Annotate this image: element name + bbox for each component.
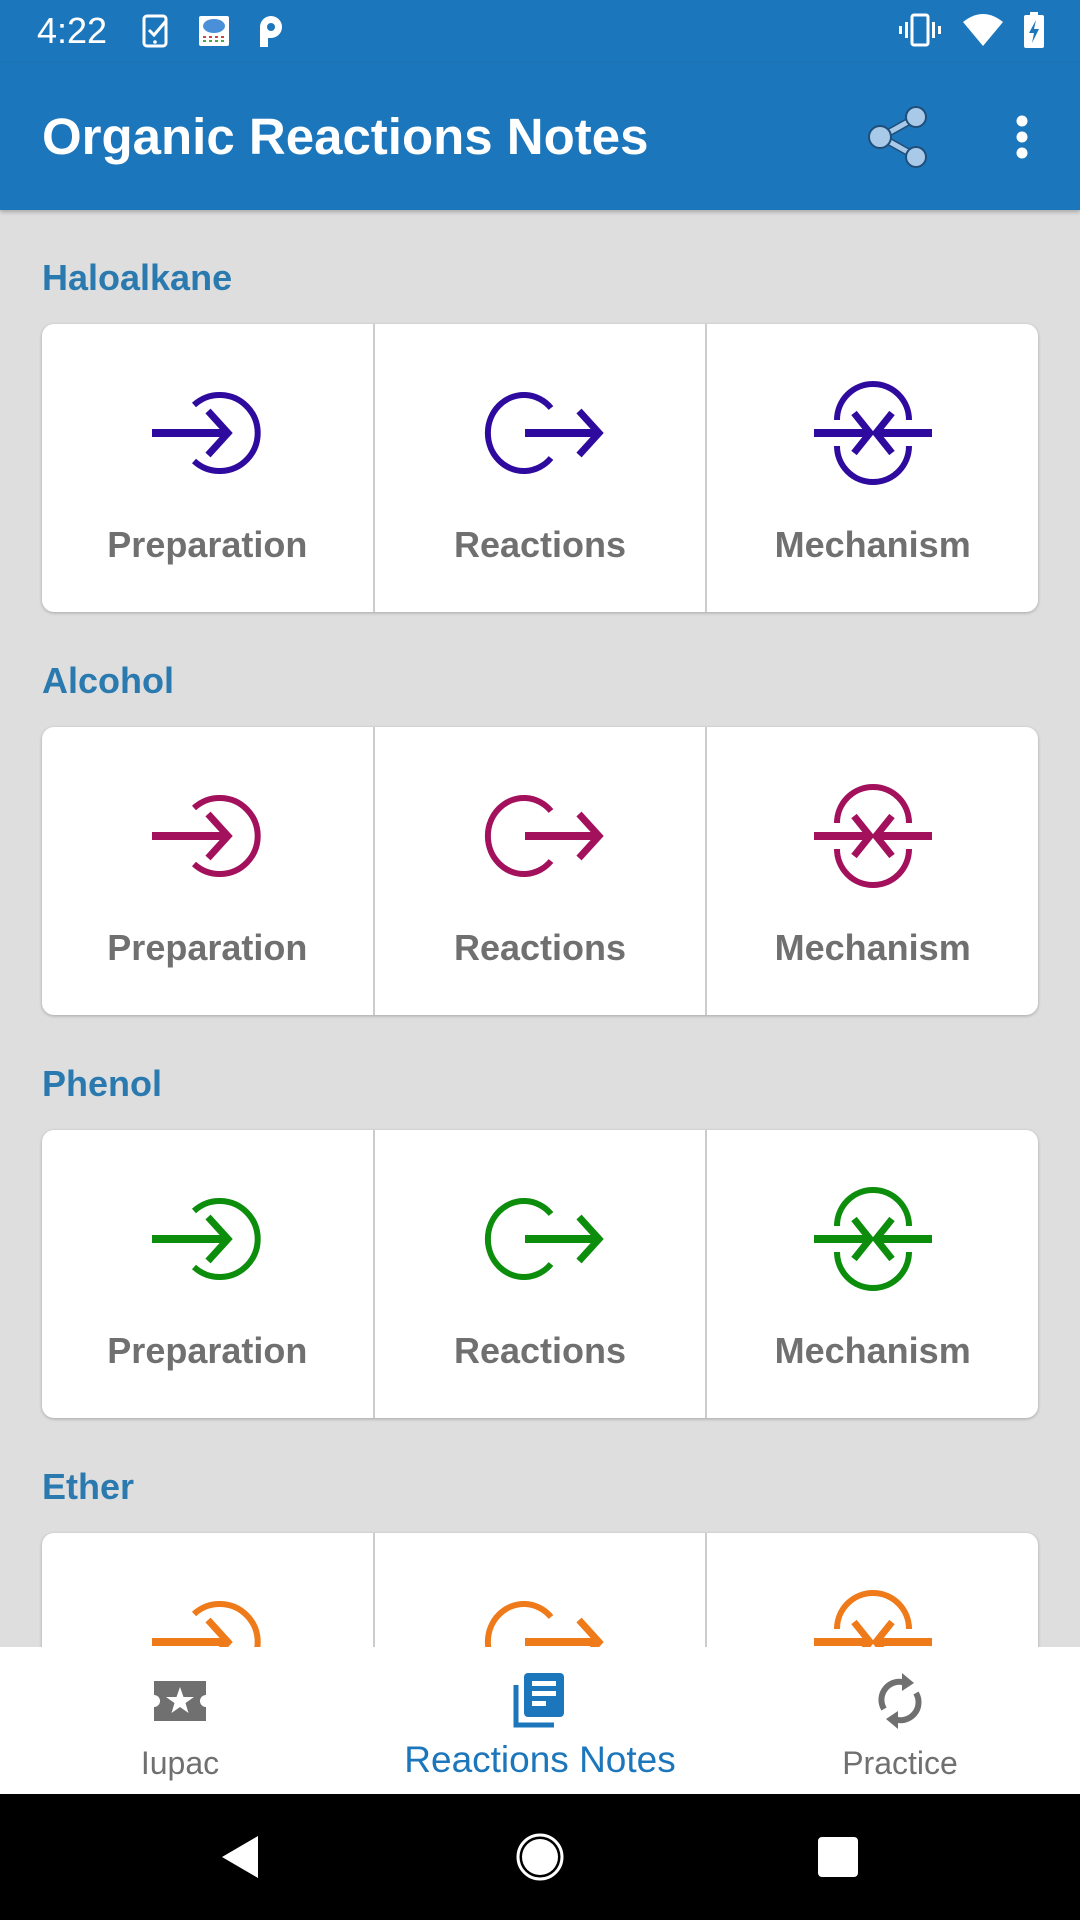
back-button[interactable] xyxy=(205,1824,275,1890)
back-icon xyxy=(222,1836,258,1878)
alcohol-mechanism-button[interactable]: Mechanism xyxy=(707,727,1038,1015)
merge-arrows-icon xyxy=(813,784,932,888)
cell-label: Preparation xyxy=(107,1330,308,1371)
app-bar: Organic Reactions Notes xyxy=(0,63,1080,210)
section-card: Preparation Reactions Mechanism xyxy=(42,1533,1038,1647)
battery-charging-icon xyxy=(1024,12,1044,48)
refresh-icon xyxy=(878,1673,922,1729)
nav-item-reactions-notes[interactable]: Reactions Notes xyxy=(360,1647,720,1794)
merge-arrows-icon xyxy=(813,1187,932,1291)
system-navigation-bar xyxy=(0,1794,1080,1920)
phenol-mechanism-button[interactable]: Mechanism xyxy=(707,1130,1038,1418)
login-arrow-icon xyxy=(152,795,261,877)
status-bar: 4:22 xyxy=(0,0,1080,63)
haloalkane-preparation-button[interactable]: Preparation xyxy=(42,324,375,612)
more-options-button[interactable] xyxy=(1000,99,1044,175)
home-button[interactable] xyxy=(505,1824,575,1890)
section-title: Alcohol xyxy=(42,660,174,701)
test-calendar-icon xyxy=(199,16,229,46)
vibrate-icon xyxy=(899,13,941,47)
section-card: Preparation Reactions Mechanism xyxy=(42,727,1038,1015)
cell-label: Reactions xyxy=(453,1330,627,1371)
section-card: Preparation Reactions Mechanism xyxy=(42,1130,1038,1418)
app-title: Organic Reactions Notes xyxy=(42,108,649,165)
logout-arrow-icon xyxy=(484,1601,604,1647)
ether-mechanism-button[interactable]: Mechanism xyxy=(707,1533,1038,1647)
section-title: Phenol xyxy=(42,1063,163,1104)
share-icon xyxy=(868,106,927,168)
nav-item-practice[interactable]: Practice xyxy=(720,1647,1080,1794)
logout-arrow-icon xyxy=(484,1198,604,1280)
login-arrow-icon xyxy=(152,1198,261,1280)
cell-label: Preparation xyxy=(107,927,308,968)
section-title: Ether xyxy=(42,1466,135,1507)
notes-library-icon xyxy=(513,1673,564,1728)
login-arrow-icon xyxy=(152,392,261,474)
ether-reactions-button[interactable]: Reactions xyxy=(375,1533,708,1647)
phenol-preparation-button[interactable]: Preparation xyxy=(42,1130,375,1418)
login-arrow-icon xyxy=(152,1601,261,1647)
section-title: Haloalkane xyxy=(42,257,233,298)
nav-label: Practice xyxy=(842,1745,958,1781)
sections-list[interactable]: Haloalkane Preparation Reactions Mechani… xyxy=(0,210,1080,1647)
phenol-reactions-button[interactable]: Reactions xyxy=(375,1130,708,1418)
more-vert-icon xyxy=(1016,115,1028,159)
haloalkane-mechanism-button[interactable]: Mechanism xyxy=(707,324,1038,612)
cell-label: Mechanism xyxy=(774,1330,971,1371)
logout-arrow-icon xyxy=(484,392,604,474)
p-app-icon xyxy=(260,16,282,47)
star-ticket-icon xyxy=(154,1681,206,1721)
cell-label: Reactions xyxy=(453,524,627,565)
ether-preparation-button[interactable]: Preparation xyxy=(42,1533,375,1647)
recents-icon xyxy=(818,1837,858,1877)
cell-label: Mechanism xyxy=(774,524,971,565)
task-check-icon xyxy=(142,14,168,48)
merge-arrows-icon xyxy=(813,1590,932,1647)
cell-label: Mechanism xyxy=(774,927,971,968)
share-button[interactable] xyxy=(860,99,936,175)
status-time: 4:22 xyxy=(37,10,108,51)
merge-arrows-icon xyxy=(813,381,932,485)
cell-label: Preparation xyxy=(107,524,308,565)
haloalkane-reactions-button[interactable]: Reactions xyxy=(375,324,708,612)
alcohol-preparation-button[interactable]: Preparation xyxy=(42,727,375,1015)
recents-button[interactable] xyxy=(803,1824,873,1890)
nav-label: Reactions Notes xyxy=(404,1739,676,1780)
bottom-navigation: Iupac Reactions Notes Practice xyxy=(0,1647,1080,1794)
wifi-icon xyxy=(963,14,1003,46)
logout-arrow-icon xyxy=(484,795,604,877)
nav-item-iupac[interactable]: Iupac xyxy=(0,1647,360,1794)
alcohol-reactions-button[interactable]: Reactions xyxy=(375,727,708,1015)
nav-label: Iupac xyxy=(140,1745,220,1781)
home-icon xyxy=(516,1833,564,1881)
section-card: Preparation Reactions Mechanism xyxy=(42,324,1038,612)
cell-label: Reactions xyxy=(453,927,627,968)
